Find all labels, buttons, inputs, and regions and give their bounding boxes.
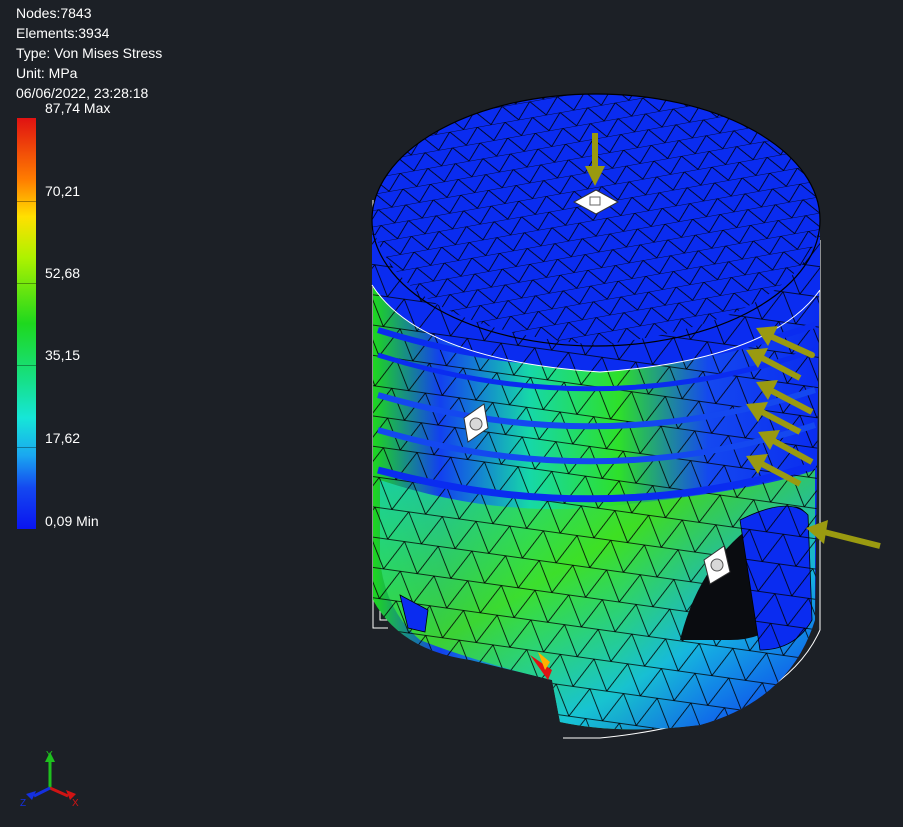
axis-label-z: Z (20, 798, 26, 809)
force-arrow-icon (806, 520, 881, 549)
axis-label-y: Y (46, 750, 53, 761)
model-viewport[interactable] (0, 0, 903, 827)
axis-triad-icon: Y X Z (20, 750, 79, 809)
axis-label-x: X (72, 798, 79, 809)
